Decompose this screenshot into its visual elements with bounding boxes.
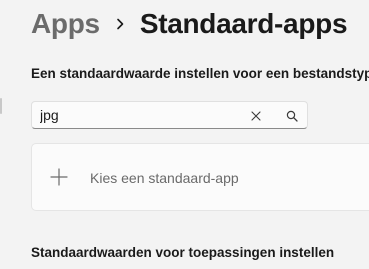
chevron-right-icon (100, 18, 140, 30)
navigation-edge (0, 98, 2, 114)
breadcrumb: Apps Standaard-apps (31, 8, 348, 40)
file-type-section-label: Een standaardwaarde instellen voor een b… (31, 66, 369, 81)
file-type-search-box[interactable] (31, 101, 308, 129)
page-title: Standaard-apps (139, 8, 348, 39)
close-icon[interactable] (249, 109, 263, 123)
apps-section-heading: Standaardwaarden voor toepassingen inste… (31, 245, 335, 260)
choose-default-app-label: Kies een standaard-app (90, 170, 239, 186)
plus-icon (50, 168, 68, 186)
search-icon[interactable] (285, 109, 299, 123)
file-type-search-input[interactable] (40, 106, 240, 124)
choose-default-app-button[interactable]: Kies een standaard-app (31, 143, 369, 211)
breadcrumb-apps-link[interactable]: Apps (31, 8, 100, 40)
